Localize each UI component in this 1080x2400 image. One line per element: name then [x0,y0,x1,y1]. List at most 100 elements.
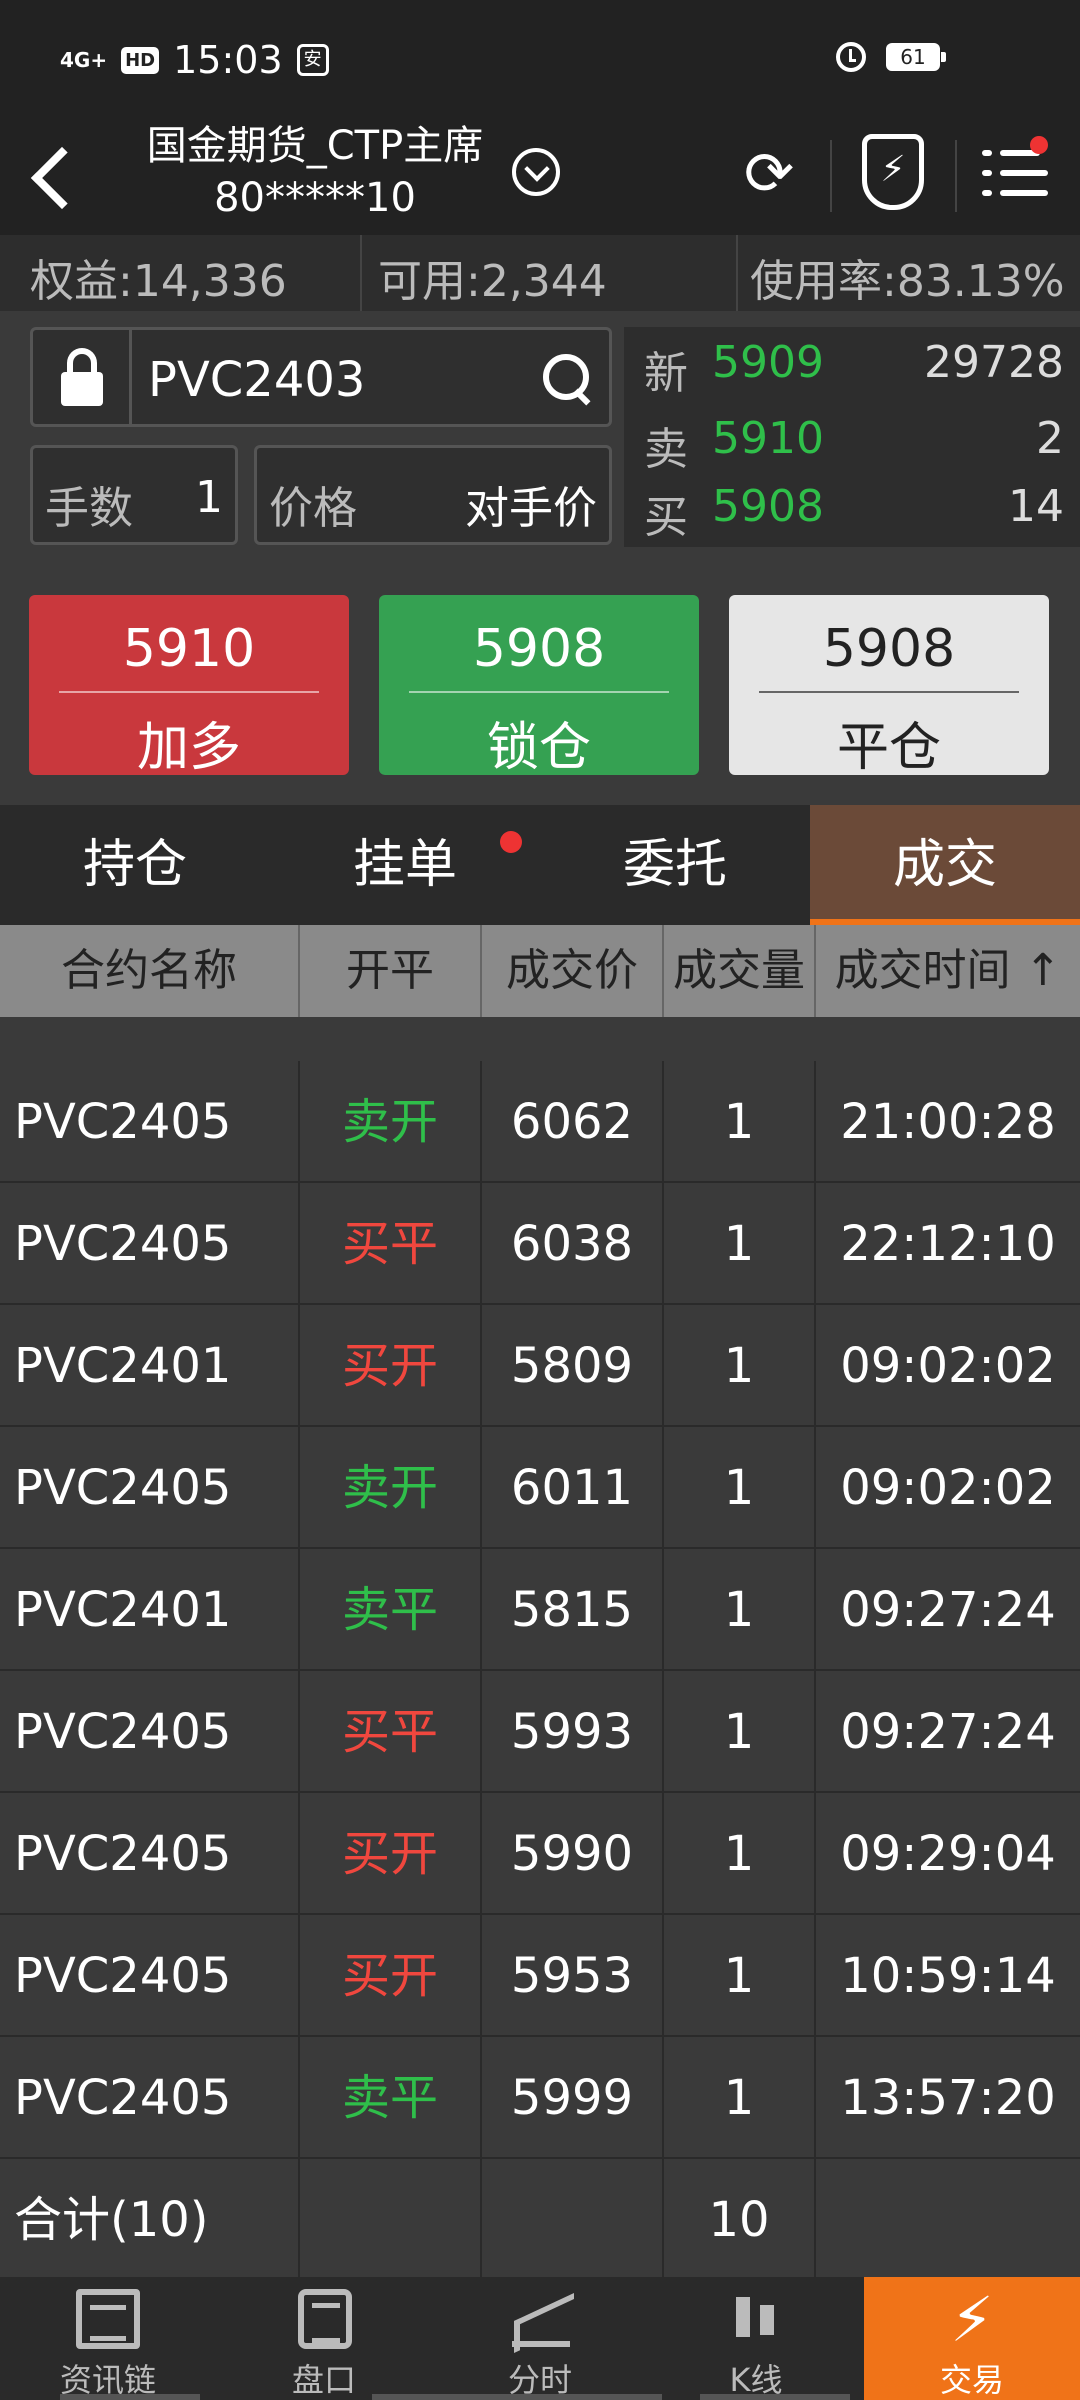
time-cell: 21:00:28 [840,1094,1056,1150]
contract-cell: PVC2405 [0,1061,300,1183]
line-chart-icon [508,2289,572,2349]
contract-cell: PVC2405 [0,1793,300,1915]
time-cell: 09:27:24 [840,1704,1056,1760]
price-cell: 6038 [482,1183,664,1305]
quantity-field[interactable]: 手数 1 [30,445,238,545]
total-row: 合计(10) 10 [0,2159,1080,2277]
volume-cell: 1 [664,1915,816,2037]
time-cell: 09:02:02 [840,1460,1056,1516]
contract-cell: PVC2405 [0,1671,300,1793]
price-cell: 5815 [482,1549,664,1671]
volume-cell: 1 [664,1427,816,1549]
lock-position-button[interactable]: 5908 锁仓 [379,595,699,778]
volume-cell: 1 [664,2037,816,2159]
close-position-button[interactable]: 5908 平仓 [729,595,1049,778]
quantity-value: 1 [195,472,223,523]
table-row[interactable]: PVC2405 买开 5990 1 09:29:04 [0,1793,1080,1915]
total-volume: 10 [664,2159,816,2277]
lightning-icon: ⚡ [950,2283,994,2356]
last-price-row: 新 5909 29728 [644,337,1064,399]
col-contract[interactable]: 合约名称 [0,925,300,1017]
price-label: 价格 [269,483,357,534]
volume-cell: 1 [664,1671,816,1793]
col-volume[interactable]: 成交量 [664,925,816,1017]
contract-cell: PVC2405 [0,2037,300,2159]
back-icon[interactable] [22,134,102,214]
volume-cell: 1 [664,1305,816,1427]
volume-cell: 1 [664,1549,816,1671]
table-row[interactable]: PVC2405 卖开 6011 1 09:02:02 [0,1427,1080,1549]
contract-code: PVC2403 [148,352,366,408]
contract-cell: PVC2401 [0,1549,300,1671]
col-action[interactable]: 开平 [300,925,482,1017]
action-cell: 卖平 [300,2037,482,2159]
table-row[interactable]: PVC2405 买开 5953 1 10:59:14 [0,1915,1080,2037]
contract-cell: PVC2405 [0,1183,300,1305]
tab-bar: 持仓 挂单 委托 成交 [0,805,1080,925]
price-cell: 6011 [482,1427,664,1549]
battery-icon: 61 [886,43,946,71]
price-field[interactable]: 价格 对手价 [254,445,612,545]
available-value: 可用:2,344 [378,256,607,307]
tab-pending[interactable]: 挂单 [270,805,540,925]
news-icon [76,2289,140,2349]
app-notification-icon: 安 [296,44,329,76]
status-bar: 4G+ HD 15:03 安 61 [0,0,1080,120]
add-long-button[interactable]: 5910 加多 [29,595,349,778]
lock-toggle[interactable] [30,327,132,427]
time-cell: 13:57:20 [840,2070,1056,2126]
col-price[interactable]: 成交价 [482,925,664,1017]
contract-input[interactable]: PVC2403 [132,327,612,427]
tab-trades[interactable]: 成交 [810,805,1080,925]
refresh-icon[interactable]: ⟳ [735,140,803,208]
table-row[interactable]: PVC2401 卖平 5815 1 09:27:24 [0,1549,1080,1671]
contract-cell: PVC2405 [0,1915,300,2037]
nav-kline[interactable]: K线 [648,2277,864,2400]
quote-panel: 新 5909 29728 卖 5910 2 买 5908 14 [624,327,1080,547]
divider [955,140,957,212]
usage-rate: 使用率:83.13% [750,256,1065,307]
tab-positions[interactable]: 持仓 [0,805,270,925]
nav-trade[interactable]: ⚡ 交易 [864,2277,1080,2400]
table-row[interactable]: PVC2405 卖平 5999 1 13:57:20 [0,2037,1080,2159]
price-cell: 5990 [482,1793,664,1915]
volume-cell: 1 [664,1183,816,1305]
price-cell: 6062 [482,1061,664,1183]
menu-icon[interactable] [982,136,1048,204]
table-row[interactable]: PVC2401 买开 5809 1 09:02:02 [0,1305,1080,1427]
price-cell: 5999 [482,2037,664,2159]
shield-bolt-icon[interactable]: ⚡ [862,134,924,210]
bottom-nav: 资讯链 盘口 分时 K线 ⚡ 交易 [0,2277,1080,2400]
col-time[interactable]: 成交时间 ↑ [816,925,1080,1017]
chevron-down-icon[interactable] [512,148,560,196]
notification-dot [500,831,522,853]
nav-timeshare[interactable]: 分时 [432,2277,648,2400]
orderbook-icon [298,2289,352,2349]
signal-icon: 4G+ [60,48,108,72]
total-label: 合计(10) [0,2159,300,2277]
action-cell: 买开 [300,1305,482,1427]
action-cell: 买开 [300,1793,482,1915]
clock: 15:03 [173,38,283,82]
price-type: 对手价 [465,483,597,534]
time-cell: 10:59:14 [840,1948,1056,2004]
nav-news[interactable]: 资讯链 [0,2277,216,2400]
account-selector[interactable]: 国金期货_CTP主席 80*****10 [110,120,520,224]
action-cell: 卖开 [300,1427,482,1549]
action-cell: 卖平 [300,1549,482,1671]
table-row[interactable]: PVC2405 买平 6038 1 22:12:10 [0,1183,1080,1305]
table-row[interactable]: PVC2405 卖开 6062 1 21:00:28 [0,1061,1080,1183]
contract-cell: PVC2405 [0,1427,300,1549]
ask-row: 卖 5910 2 [644,413,1064,475]
tab-orders[interactable]: 委托 [540,805,810,925]
nav-orderbook[interactable]: 盘口 [216,2277,432,2400]
divider [830,140,832,212]
time-cell: 22:12:10 [840,1216,1056,1272]
trades-table[interactable]: PVC2405 卖开 6062 1 21:00:28 PVC2405 买平 6038 1 22:1… [0,1017,1080,2277]
table-row[interactable]: PVC2405 买平 5993 1 09:27:24 [0,1671,1080,1793]
order-panel: PVC2403 手数 1 价格 对手价 新 5909 29728 卖 5910 … [0,311,1080,805]
table-header: 合约名称 开平 成交价 成交量 成交时间 ↑ [0,925,1080,1017]
quantity-label: 手数 [45,483,133,534]
search-icon[interactable] [543,354,595,406]
volume-cell: 1 [664,1793,816,1915]
